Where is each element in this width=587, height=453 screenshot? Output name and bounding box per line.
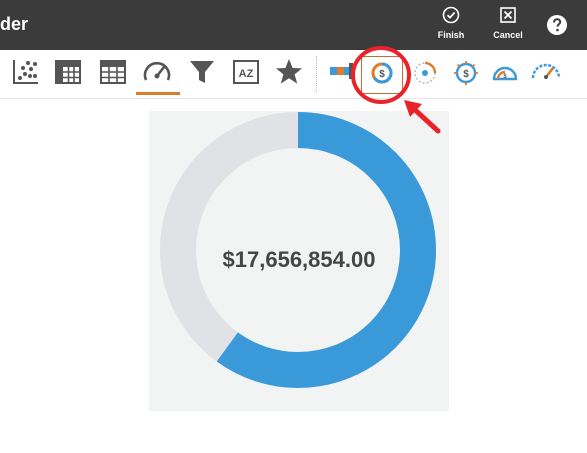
scatter-chart-button[interactable] <box>10 56 42 88</box>
help-icon[interactable] <box>546 14 568 36</box>
funnel-icon <box>190 61 214 83</box>
az-sort-button[interactable]: AZ <box>230 56 262 88</box>
close-box-icon <box>500 7 516 23</box>
semicircle-gauge-icon: $ <box>492 66 518 81</box>
radial-gauge-button[interactable]: $ <box>450 56 482 88</box>
funnel-button[interactable] <box>186 56 218 88</box>
chart-type-toolbar: AZ $ $ $ <box>0 50 587 99</box>
star-icon <box>276 59 302 84</box>
active-tab-indicator <box>136 92 180 95</box>
finish-button[interactable]: Finish <box>425 4 477 46</box>
pivot-grid-icon <box>55 60 81 84</box>
table-grid-button[interactable] <box>97 56 129 88</box>
star-button[interactable] <box>273 56 305 88</box>
dial-button[interactable] <box>409 56 441 88</box>
cancel-label: Cancel <box>493 30 523 40</box>
speedometer-button[interactable] <box>530 56 562 88</box>
finish-label: Finish <box>437 30 465 40</box>
check-circle-icon <box>442 6 460 24</box>
gauge-button[interactable] <box>141 56 173 88</box>
gauge-icon <box>143 61 171 81</box>
page-title: der <box>0 14 29 34</box>
top-bar: der Finish Cancel <box>0 0 587 50</box>
total-amount-value: $17,656,854.00 <box>222 247 376 272</box>
semicircle-gauge-button[interactable]: $ <box>489 56 521 88</box>
speedometer-icon <box>531 63 561 79</box>
selected-chart-type-frame <box>361 56 403 94</box>
az-sort-icon: AZ <box>233 60 259 84</box>
bar-chart-button[interactable] <box>326 56 358 88</box>
cancel-button[interactable]: Cancel <box>482 4 534 46</box>
az-label: AZ <box>239 68 254 80</box>
scatter-chart-icon <box>13 60 38 84</box>
dial-icon <box>414 61 437 84</box>
radial-gauge-icon: $ <box>454 61 478 85</box>
bar-chart-icon <box>330 63 353 79</box>
toolbar-divider <box>316 56 317 92</box>
svg-text:$: $ <box>463 69 469 80</box>
pivot-grid-button[interactable] <box>52 56 84 88</box>
table-grid-icon <box>100 60 126 84</box>
